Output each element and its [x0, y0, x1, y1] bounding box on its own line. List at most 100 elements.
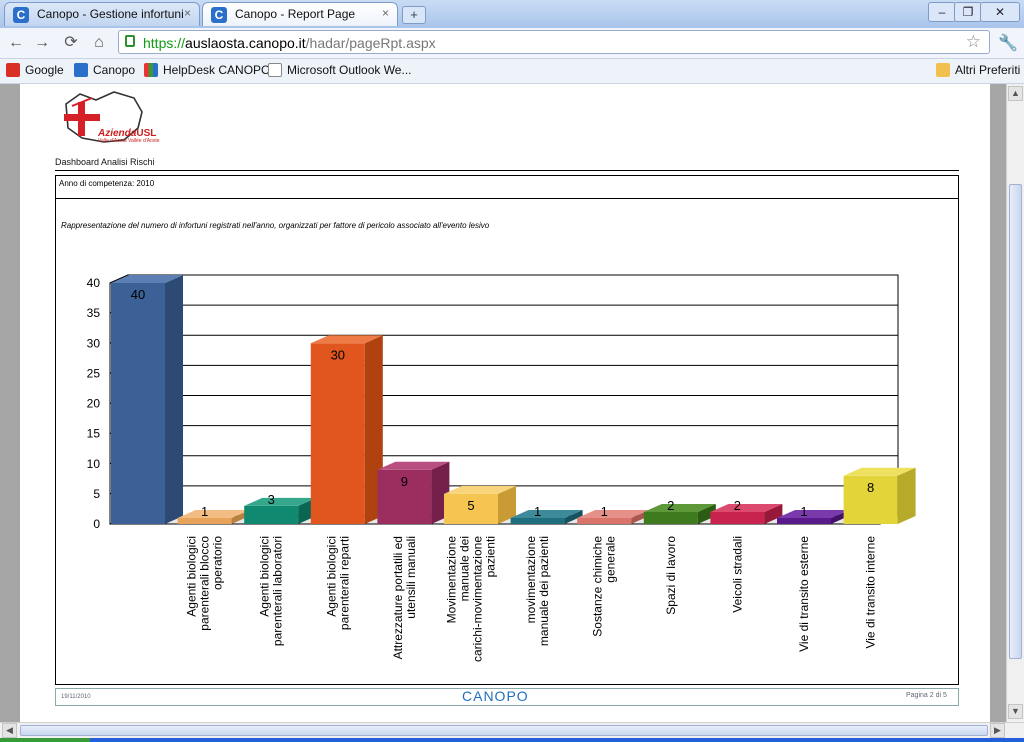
- x-category-label-line: manuale dei pazienti: [537, 536, 551, 646]
- address-bar[interactable]: https://auslaosta.canopo.it/hadar/pageRp…: [118, 30, 990, 54]
- browser-titlebar: C Canopo - Gestione infortuni × C Canopo…: [0, 0, 1024, 28]
- scroll-up-icon[interactable]: ▲: [1008, 86, 1023, 101]
- page-viewport: AziendaUSL Valle d'Aosta Vallée d'Aoste …: [0, 84, 1024, 722]
- scroll-left-icon[interactable]: ◀: [2, 723, 17, 738]
- url-text: https://auslaosta.canopo.it/hadar/pageRp…: [143, 35, 436, 51]
- tab-close-icon[interactable]: ×: [382, 6, 389, 20]
- google-icon: [6, 63, 20, 77]
- logo-subtitle: Valle d'Aosta Vallée d'Aoste: [98, 138, 160, 144]
- maximize-button[interactable]: ❐: [954, 2, 982, 22]
- footer-date: 19/11/2010: [61, 694, 91, 700]
- dashboard-title: Dashboard Analisi Rischi: [55, 157, 155, 167]
- x-category-label-line: Agenti biologici: [324, 536, 338, 617]
- x-category-label: Movimentazione manuale dei carichi-movimen…: [445, 536, 498, 662]
- bar-value-label: 2: [734, 498, 741, 513]
- tab-report-page[interactable]: C Canopo - Report Page ×: [202, 2, 398, 26]
- reload-icon[interactable]: ⟳: [61, 33, 81, 53]
- scroll-down-icon[interactable]: ▼: [1008, 704, 1023, 719]
- bar-value-label: 1: [534, 504, 541, 519]
- bar-value-label: 1: [601, 504, 608, 519]
- chart-description: Rappresentazione del numero di infortuni…: [61, 221, 490, 230]
- canopo-icon: [74, 63, 88, 77]
- vertical-scrollbar[interactable]: ▲ ▼: [1006, 84, 1024, 722]
- x-category-label: Agenti biologici parenterali laboratori: [258, 536, 285, 646]
- x-category-label-line: movimentazione: [524, 536, 538, 624]
- horizontal-scroll-thumb[interactable]: [20, 725, 988, 736]
- back-arrow-icon[interactable]: ←: [6, 33, 26, 53]
- lock-icon: [125, 35, 135, 47]
- x-category-label-line: Attrezzature portatili ed: [391, 536, 405, 659]
- tab-label: Canopo - Report Page: [235, 7, 356, 21]
- x-category-label-line: Movimentazione: [445, 536, 459, 624]
- x-category-label: Vie di transito esterne: [797, 536, 811, 652]
- x-category-label: Agenti biologici parenterali reparti: [324, 536, 351, 630]
- y-tick-label: 35: [87, 306, 101, 320]
- bar-value-label: 40: [131, 287, 145, 302]
- year-label: Anno di competenza: 2010: [59, 179, 155, 188]
- header-rule: [55, 198, 959, 199]
- x-category-label-line: pazienti: [484, 536, 498, 577]
- y-tick-label: 10: [87, 457, 101, 471]
- x-category-label-line: carichi-movimentazione: [471, 536, 485, 662]
- bar-side: [897, 467, 916, 524]
- x-category-label: Veicoli stradali: [730, 536, 744, 613]
- tab-close-icon[interactable]: ×: [184, 6, 191, 20]
- bar-value-label: 1: [800, 504, 807, 519]
- wrench-icon[interactable]: 🔧: [998, 33, 1018, 53]
- x-category-label-line: Agenti biologici: [258, 536, 272, 617]
- helpdesk-icon: [144, 63, 158, 77]
- title-rule: [55, 170, 959, 171]
- close-window-button[interactable]: ✕: [980, 2, 1020, 22]
- canopo-favicon-icon: C: [13, 7, 29, 23]
- bookmark-outlook[interactable]: Microsoft Outlook We...: [268, 63, 411, 77]
- bar-value-label: 1: [201, 504, 208, 519]
- x-category-label: Sostanze chimiche generale: [591, 536, 618, 637]
- bar-value-label: 5: [467, 498, 474, 513]
- y-tick-label: 5: [93, 487, 100, 501]
- bookmark-helpdesk[interactable]: HelpDesk CANOPO: [144, 63, 270, 77]
- bar: [244, 505, 299, 524]
- horizontal-scrollbar[interactable]: ◀ ▶: [0, 722, 1024, 738]
- tab-label: Canopo - Gestione infortuni: [37, 7, 184, 21]
- forward-arrow-icon[interactable]: →: [32, 33, 52, 53]
- new-tab-button[interactable]: +: [402, 6, 426, 24]
- x-category-label-line: parenterali blocco: [198, 536, 212, 631]
- x-category-label: Attrezzature portatili ed utensili manual…: [391, 536, 418, 659]
- minimize-button[interactable]: –: [928, 2, 956, 22]
- bookmark-google[interactable]: Google: [6, 63, 64, 77]
- x-category-label: movimentazione manuale dei pazienti: [524, 536, 551, 646]
- other-bookmarks[interactable]: Altri Preferiti: [936, 63, 1020, 77]
- x-category-label-line: generale: [604, 536, 618, 583]
- bookmarks-bar: Google Canopo HelpDesk CANOPO Microsoft …: [0, 59, 1024, 84]
- x-category-label: Spazi di lavoro: [664, 536, 678, 615]
- y-tick-label: 20: [87, 397, 101, 411]
- bar-value-label: 8: [867, 480, 874, 495]
- y-tick-label: 30: [87, 336, 101, 350]
- bar-value-label: 9: [401, 474, 408, 489]
- x-category-label-line: Spazi di lavoro: [664, 536, 678, 615]
- x-category-label-line: parenterali reparti: [337, 536, 351, 630]
- page-icon: [268, 63, 282, 77]
- x-category-label-line: manuale dei: [458, 536, 472, 601]
- vertical-scroll-thumb[interactable]: [1009, 184, 1022, 659]
- x-category-label: Agenti biologici parenterali blocco operat…: [185, 536, 225, 631]
- x-category-label-line: Vie di transito esterne: [797, 536, 811, 652]
- y-tick-label: 15: [87, 427, 101, 441]
- home-icon[interactable]: ⌂: [89, 33, 109, 53]
- bar: [710, 511, 765, 524]
- y-tick-label: 0: [93, 517, 100, 531]
- scroll-right-icon[interactable]: ▶: [990, 723, 1005, 738]
- bookmark-star-icon[interactable]: ☆: [966, 32, 981, 52]
- bar-value-label: 30: [331, 347, 345, 362]
- browser-toolbar: ← → ⟳ ⌂ https://auslaosta.canopo.it/hada…: [0, 28, 1024, 59]
- x-category-label-line: utensili manuali: [404, 536, 418, 619]
- taskbar: [0, 738, 1024, 742]
- x-category-label-line: Vie di transito interne: [864, 536, 878, 649]
- tab-gestione-infortuni[interactable]: C Canopo - Gestione infortuni ×: [4, 2, 200, 26]
- footer-brand-logo: CANOPO: [462, 688, 529, 704]
- bar: [643, 511, 698, 524]
- x-category-label-line: operatorio: [211, 536, 225, 590]
- bookmark-canopo[interactable]: Canopo: [74, 63, 135, 77]
- bar: [111, 283, 165, 524]
- bar-chart: 0 5 10 15 20 25 30 35 40 40 1 3 30 9 5 1 1 2 2 1 8 Agenti bio…: [87, 274, 916, 662]
